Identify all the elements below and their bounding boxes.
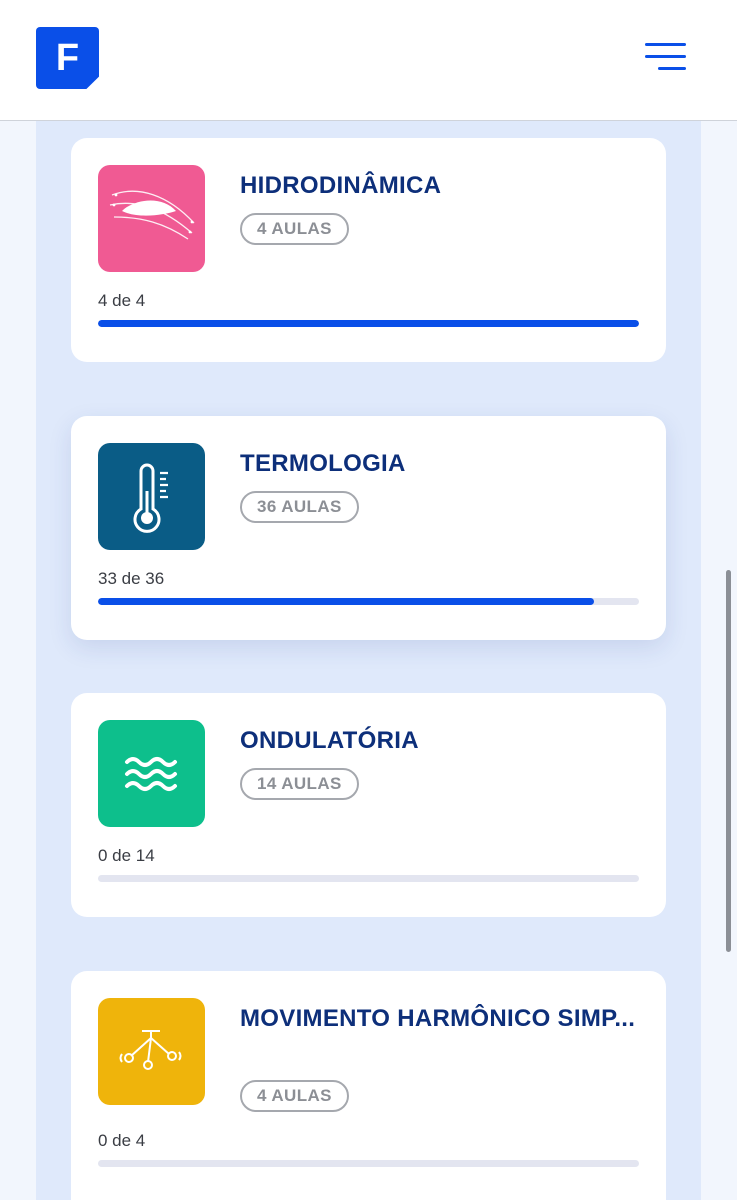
lessons-count-badge: 4 AULAS: [240, 1080, 349, 1112]
progress-bar: [98, 320, 639, 327]
lessons-count-badge: 4 AULAS: [240, 213, 349, 245]
course-card-termologia[interactable]: TERMOLOGIA 36 AULAS 33 de 36: [71, 416, 666, 640]
lessons-count-badge: 14 AULAS: [240, 768, 359, 800]
progress-label: 33 de 36: [98, 569, 165, 588]
icon-background: [98, 998, 205, 1105]
course-title: HIDRODINÂMICA: [240, 172, 442, 199]
course-title: MOVIMENTO HARMÔNICO SIMP...: [240, 1005, 636, 1032]
progress-label: 4 de 4: [98, 291, 146, 310]
logo-letter: F: [55, 36, 80, 79]
progress-label: 0 de 14: [98, 846, 155, 865]
progress-bar: [98, 875, 639, 882]
pendulum-icon: [98, 998, 205, 1105]
progress-label: 0 de 4: [98, 1131, 146, 1150]
progress-bar: [98, 598, 639, 605]
brand-logo[interactable]: F: [36, 27, 99, 89]
hamburger-menu-icon[interactable]: [640, 40, 692, 80]
progress-bar-fill: [98, 320, 639, 327]
course-card-hidrodinamica[interactable]: HIDRODINÂMICA 4 AULAS 4 de 4: [71, 138, 666, 362]
lessons-count-badge: 36 AULAS: [240, 491, 359, 523]
waves-icon: [98, 720, 205, 827]
progress-bar: [98, 1160, 639, 1167]
airfoil-icon: [98, 165, 205, 272]
course-title: ONDULATÓRIA: [240, 727, 419, 754]
course-card-movimento-harmonico[interactable]: MOVIMENTO HARMÔNICO SIMP... 4 AULAS 0 de…: [71, 971, 666, 1200]
thermometer-icon: [98, 443, 205, 550]
course-card-ondulatoria[interactable]: ONDULATÓRIA 14 AULAS 0 de 14: [71, 693, 666, 917]
progress-bar-fill: [98, 598, 594, 605]
scrollbar-thumb[interactable]: [726, 570, 731, 952]
course-title: TERMOLOGIA: [240, 450, 406, 477]
app-header: F: [0, 0, 737, 121]
